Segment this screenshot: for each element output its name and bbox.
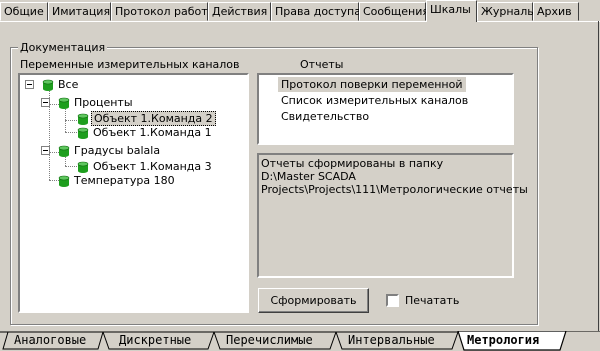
collapse-degrees-icon[interactable] (41, 146, 50, 155)
tree-item-percents[interactable]: Проценты (72, 95, 135, 111)
channels-label: Переменные измерительных каналов (20, 58, 240, 71)
info-line-1: Отчеты сформированы в папку (261, 157, 444, 170)
bottom-tab-bar: Аналоговые Дискретные Перечислимые Интер… (0, 331, 600, 351)
obj3-node-icon (77, 161, 89, 173)
tab-metrology[interactable]: Метрология (467, 331, 539, 350)
tab-scales[interactable]: Шкалы (426, 0, 477, 22)
tab-actions[interactable]: Действия (208, 2, 271, 21)
tab-journals[interactable]: Журналы (477, 2, 536, 21)
print-label: Печатать (405, 294, 460, 307)
print-checkbox[interactable] (386, 294, 399, 307)
tab-work-log[interactable]: Протокол работы (111, 2, 216, 21)
tab-access-rights[interactable]: Права доступа (271, 2, 361, 21)
channels-tree[interactable]: Все Проценты Объект 1.Команда 2 Объект 1… (18, 73, 249, 313)
tab-general[interactable]: Общие (0, 2, 48, 21)
info-line-2: D:\Master SCADA (261, 170, 356, 183)
degrees-node-icon (58, 145, 70, 157)
report-item-channel-list[interactable]: Список измерительных каналов (281, 93, 468, 108)
collapse-root-icon[interactable] (25, 80, 34, 89)
tab-messages[interactable]: Сообщения (359, 2, 429, 21)
reports-info-box: Отчеты сформированы в папку D:\Master SC… (257, 153, 528, 278)
tab-analog[interactable]: Аналоговые (14, 331, 86, 350)
top-tab-bar: Общие Имитация Протокол работы Действия … (0, 0, 600, 22)
temperature-node-icon (58, 175, 70, 187)
tree-item-obj1[interactable]: Объект 1.Команда 1 (91, 125, 214, 141)
report-item-certificate[interactable]: Свидетельство (281, 109, 369, 124)
obj2-node-icon (77, 113, 89, 125)
root-node-icon (42, 79, 54, 91)
tab-discrete[interactable]: Дискретные (119, 331, 191, 350)
collapse-percents-icon[interactable] (41, 98, 50, 107)
group-title: Документация (18, 41, 108, 54)
tab-simulation[interactable]: Имитация (48, 2, 111, 21)
tree-item-degrees[interactable]: Градусы balala (72, 143, 162, 159)
tab-interval[interactable]: Интервальные (348, 331, 435, 350)
reports-list[interactable]: Протокол поверки переменной Список измер… (257, 73, 514, 145)
info-line-3: Projects\Projects\111\Метрологические от… (261, 183, 528, 196)
tab-enumerable[interactable]: Перечислимые (226, 331, 313, 350)
report-item-verification-protocol[interactable]: Протокол поверки переменной (278, 77, 466, 92)
reports-label: Отчеты (300, 58, 344, 71)
percents-node-icon (58, 97, 70, 109)
tree-item-temperature[interactable]: Температура 180 (72, 173, 177, 189)
tab-archive[interactable]: Архив (533, 2, 579, 21)
obj1-node-icon (77, 127, 89, 139)
tree-item-all[interactable]: Все (56, 77, 80, 93)
generate-button[interactable]: Сформировать (258, 288, 369, 313)
info-text: Отчеты сформированы в папку D:\Master SC… (261, 157, 528, 196)
